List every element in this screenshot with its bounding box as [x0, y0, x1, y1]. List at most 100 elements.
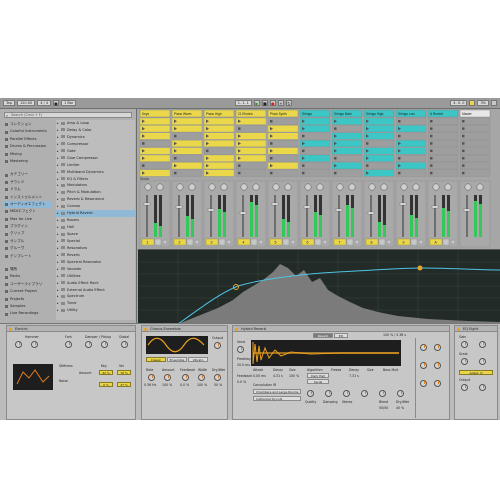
- loop-icon[interactable]: ↻: [285, 100, 292, 106]
- send-knob[interactable]: [237, 346, 244, 353]
- clip-stop-icon[interactable]: [302, 134, 305, 138]
- clip-stop-icon[interactable]: [174, 171, 177, 175]
- arm-button[interactable]: [226, 239, 232, 245]
- damper-knob[interactable]: [85, 341, 92, 348]
- arm-button[interactable]: [354, 239, 360, 245]
- browser-category[interactable]: 場所: [4, 266, 52, 273]
- browser-category[interactable]: クリップ: [4, 230, 52, 237]
- arm-button[interactable]: [162, 239, 168, 245]
- power-icon[interactable]: [9, 327, 12, 331]
- tap-tempo-button[interactable]: Tap: [3, 100, 15, 106]
- browser-category[interactable]: サンプル: [4, 238, 52, 245]
- feedback-knob[interactable]: [182, 374, 189, 381]
- song-position-field[interactable]: 1. 1. 1: [234, 100, 252, 106]
- expand-arrow-icon[interactable]: ▸: [57, 217, 59, 224]
- clip-stop-icon[interactable]: [334, 157, 337, 160]
- clip-stop-icon[interactable]: [430, 157, 433, 160]
- send-a-knob[interactable]: [272, 183, 280, 191]
- quality-knob[interactable]: [307, 390, 314, 397]
- send-b-knob[interactable]: [348, 183, 356, 191]
- browser-category[interactable]: MIDIエフェクト: [4, 208, 52, 215]
- record-icon[interactable]: ●: [269, 100, 276, 106]
- clip-stop-icon[interactable]: [206, 149, 209, 153]
- expand-arrow-icon[interactable]: ▸: [57, 203, 59, 210]
- expand-arrow-icon[interactable]: ▸: [57, 120, 59, 127]
- solo-button[interactable]: [154, 238, 162, 246]
- side-knob-5[interactable]: [420, 380, 427, 387]
- electric-value-1[interactable]: 42 %: [99, 370, 113, 375]
- arm-button[interactable]: [322, 239, 328, 245]
- expand-arrow-icon[interactable]: ▸: [57, 162, 59, 169]
- width-knob[interactable]: [198, 374, 205, 381]
- clip-stop-icon[interactable]: [430, 164, 433, 167]
- force-knob[interactable]: [31, 341, 38, 348]
- send-a-knob[interactable]: [304, 183, 312, 191]
- clip-stop-icon[interactable]: [398, 171, 401, 175]
- volume-fader[interactable]: [175, 205, 183, 209]
- clip-stop-icon[interactable]: [430, 149, 433, 153]
- browser-item[interactable]: ▸ Convos: [56, 203, 135, 210]
- expand-arrow-icon[interactable]: ▸: [57, 273, 59, 280]
- classic-mode-button[interactable]: Classic: [146, 357, 166, 362]
- browser-item[interactable]: ▸ Resonators: [56, 245, 135, 252]
- expand-arrow-icon[interactable]: ▸: [57, 252, 59, 259]
- output-knob[interactable]: [461, 384, 468, 391]
- expand-arrow-icon[interactable]: ▸: [57, 245, 59, 252]
- browser-item[interactable]: ▸ Multiband Dynamics: [56, 169, 135, 176]
- loop-length-field[interactable]: 4. 0. 0: [450, 100, 468, 106]
- solo-button[interactable]: [314, 238, 322, 246]
- serial-mode-menu[interactable]: Serial: [307, 379, 329, 384]
- send-a-knob[interactable]: [240, 183, 248, 191]
- clip-stop-icon[interactable]: [238, 127, 241, 130]
- power-icon[interactable]: [144, 327, 147, 331]
- browser-item[interactable]: ▸ Compressor: [56, 141, 135, 148]
- electric-value-3[interactable]: 0 %: [99, 382, 113, 387]
- expand-arrow-icon[interactable]: ▸: [57, 141, 59, 148]
- send-b-knob[interactable]: [220, 183, 228, 191]
- browser-item[interactable]: ▸ Rooms: [56, 217, 135, 224]
- expand-arrow-icon[interactable]: ▸: [57, 238, 59, 245]
- send-b-knob[interactable]: [156, 183, 164, 191]
- browser-category[interactable]: Current Project: [4, 288, 52, 295]
- browser-category[interactable]: Mastering: [4, 158, 52, 165]
- algorithm-menu[interactable]: Dark Hall: [307, 373, 329, 378]
- q-knob[interactable]: [479, 358, 486, 365]
- volume-fader[interactable]: [367, 211, 375, 215]
- clip-stop-icon[interactable]: [430, 171, 433, 175]
- power-icon[interactable]: [457, 327, 460, 331]
- volume-fader[interactable]: [271, 202, 279, 206]
- expand-arrow-icon[interactable]: ▸: [57, 155, 59, 162]
- expand-arrow-icon[interactable]: ▸: [57, 134, 59, 141]
- browser-item[interactable]: ▸ Dynamics: [56, 134, 135, 141]
- browser-item[interactable]: ▸ Space: [56, 231, 135, 238]
- clip-stop-icon[interactable]: [174, 157, 177, 160]
- volume-fader[interactable]: [335, 208, 343, 212]
- clip-stop-icon[interactable]: [366, 164, 369, 167]
- expand-arrow-icon[interactable]: ▸: [57, 196, 59, 203]
- browser-category[interactable]: インストゥルメント: [4, 194, 52, 201]
- browser-category[interactable]: Packs: [4, 273, 52, 280]
- send-b-knob[interactable]: [316, 183, 324, 191]
- browser-item[interactable]: ▸ Gate: [56, 148, 135, 155]
- electric-value-4[interactable]: 37 %: [117, 382, 131, 387]
- clip-stop-icon[interactable]: [142, 142, 145, 145]
- browser-item[interactable]: ▸ Reverb: [56, 252, 135, 259]
- browser-item[interactable]: ▸ Audio Effect Rack: [56, 280, 135, 287]
- play-icon[interactable]: ▶: [253, 100, 260, 106]
- side-knob-3[interactable]: [420, 362, 427, 369]
- browser-category[interactable]: オーディオエフェクト: [4, 200, 52, 209]
- expand-arrow-icon[interactable]: ▸: [57, 176, 59, 183]
- clip-stop-icon[interactable]: [334, 171, 337, 175]
- arm-button[interactable]: [450, 239, 456, 245]
- clip-stop-icon[interactable]: [462, 142, 465, 145]
- expand-arrow-icon[interactable]: ▸: [57, 307, 59, 314]
- side-knob-6[interactable]: [434, 380, 441, 387]
- ir-name-menu[interactable]: Cathedral Dyn LR: [253, 396, 301, 401]
- clip-stop-icon[interactable]: [430, 120, 433, 123]
- clip-stop-icon[interactable]: [174, 134, 177, 138]
- browser-category[interactable]: コレクション: [4, 121, 52, 128]
- dry-wet-knob[interactable]: [214, 374, 221, 381]
- stereo-knob[interactable]: [343, 390, 350, 397]
- clip-stop-icon[interactable]: [462, 149, 465, 153]
- browser-item[interactable]: ▸ Limiter: [56, 162, 135, 169]
